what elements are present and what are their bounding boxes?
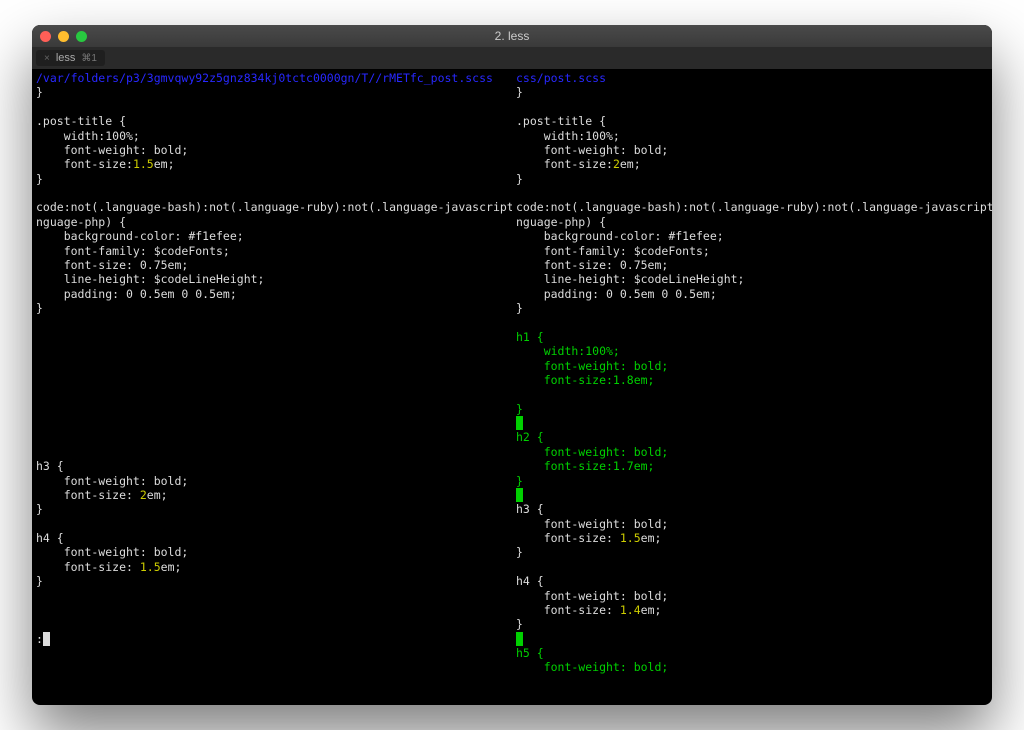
code-line: font-size: xyxy=(36,560,140,574)
diff-marker-icon xyxy=(516,488,523,502)
code-line: background-color: #f1efee; xyxy=(516,229,724,243)
code-line: nguage-php) { xyxy=(516,215,606,229)
code-line: font-size: xyxy=(36,488,140,502)
diff-added: h1 { xyxy=(516,330,544,344)
code-line: padding: 0 0.5em 0 0.5em; xyxy=(36,287,237,301)
code-line: } xyxy=(36,85,43,99)
diff-added: font-weight: bold; xyxy=(516,660,668,674)
code-line: code:not(.language-bash):not(.language-r… xyxy=(36,200,512,214)
code-line: em; xyxy=(147,488,168,502)
diff-highlight: 1.5 xyxy=(133,157,154,171)
right-pane: css/post.scss } .post-title { width:100%… xyxy=(512,69,992,705)
code-line: } xyxy=(36,301,43,315)
code-line: h4 { xyxy=(36,531,64,545)
code-line: font-weight: bold; xyxy=(36,474,188,488)
tab-shortcut: ⌘1 xyxy=(81,53,97,64)
code-line: } xyxy=(516,301,523,315)
code-line: } xyxy=(36,574,43,588)
diff-highlight: 2 xyxy=(613,157,620,171)
diff-added: h2 { xyxy=(516,430,544,444)
diff-highlight: 1.4 xyxy=(620,603,641,617)
titlebar: 2. less xyxy=(32,25,992,47)
diff-highlight: 1.5 xyxy=(620,531,641,545)
code-line: em; xyxy=(154,157,175,171)
code-line: font-size: 0.75em; xyxy=(36,258,188,272)
code-line: line-height: $codeLineHeight; xyxy=(36,272,264,286)
code-line: .post-title { xyxy=(516,114,606,128)
code-line: padding: 0 0.5em 0 0.5em; xyxy=(516,287,717,301)
left-path: /var/folders/p3/3gmvqwy92z5gnz834kj0tctc… xyxy=(36,71,493,85)
diff-added: h5 { xyxy=(516,646,544,660)
code-line: font-weight: bold; xyxy=(516,589,668,603)
left-pane: /var/folders/p3/3gmvqwy92z5gnz834kj0tctc… xyxy=(32,69,512,705)
diff-added: } xyxy=(516,474,523,488)
code-line: background-color: #f1efee; xyxy=(36,229,244,243)
diff-highlight: 2 xyxy=(140,488,147,502)
tab-label: less xyxy=(56,52,76,64)
cursor-icon xyxy=(43,632,50,646)
code-line: h3 { xyxy=(516,502,544,516)
code-line: width:100%; xyxy=(516,129,620,143)
diff-content[interactable]: /var/folders/p3/3gmvqwy92z5gnz834kj0tctc… xyxy=(32,69,992,705)
code-line: } xyxy=(36,172,43,186)
code-line: code:not(.language-bash):not(.language-r… xyxy=(516,200,992,214)
code-line: font-weight: bold; xyxy=(516,143,668,157)
diff-marker-icon xyxy=(516,632,523,646)
tab-less[interactable]: × less ⌘1 xyxy=(36,50,105,66)
code-line: h4 { xyxy=(516,574,544,588)
code-line: font-family: $codeFonts; xyxy=(516,244,710,258)
diff-added: font-size:1.7em; xyxy=(516,459,654,473)
code-line: em; xyxy=(620,157,641,171)
code-line: } xyxy=(516,545,523,559)
code-line: font-size: xyxy=(516,157,613,171)
code-line: nguage-php) { xyxy=(36,215,126,229)
code-line: } xyxy=(516,617,523,631)
code-line: font-weight: bold; xyxy=(36,545,188,559)
code-line: em; xyxy=(161,560,182,574)
code-line: line-height: $codeLineHeight; xyxy=(516,272,744,286)
less-prompt[interactable]: : xyxy=(36,632,43,646)
diff-added: } xyxy=(516,402,523,416)
window-title: 2. less xyxy=(32,29,992,43)
diff-added: font-weight: bold; xyxy=(516,359,668,373)
code-line: font-weight: bold; xyxy=(36,143,188,157)
diff-added: width:100%; xyxy=(516,344,620,358)
terminal-window: 2. less × less ⌘1 /var/folders/p3/3gmvqw… xyxy=(32,25,992,705)
code-line: font-size: xyxy=(516,531,620,545)
code-line: } xyxy=(516,172,523,186)
diff-marker-icon xyxy=(516,416,523,430)
right-path: css/post.scss xyxy=(516,71,606,85)
code-line: font-weight: bold; xyxy=(516,517,668,531)
diff-highlight: 1.5 xyxy=(140,560,161,574)
code-line: font-family: $codeFonts; xyxy=(36,244,230,258)
code-line: em; xyxy=(641,531,662,545)
code-line: font-size: xyxy=(36,157,133,171)
code-line: } xyxy=(36,502,43,516)
code-line: font-size: 0.75em; xyxy=(516,258,668,272)
code-line: width:100%; xyxy=(36,129,140,143)
diff-added: font-size:1.8em; xyxy=(516,373,654,387)
code-line: .post-title { xyxy=(36,114,126,128)
diff-added: font-weight: bold; xyxy=(516,445,668,459)
tab-bar: × less ⌘1 xyxy=(32,47,992,69)
code-line: } xyxy=(516,85,523,99)
tab-close-icon[interactable]: × xyxy=(44,53,50,64)
code-line: em; xyxy=(641,603,662,617)
code-line: font-size: xyxy=(516,603,620,617)
code-line: h3 { xyxy=(36,459,64,473)
